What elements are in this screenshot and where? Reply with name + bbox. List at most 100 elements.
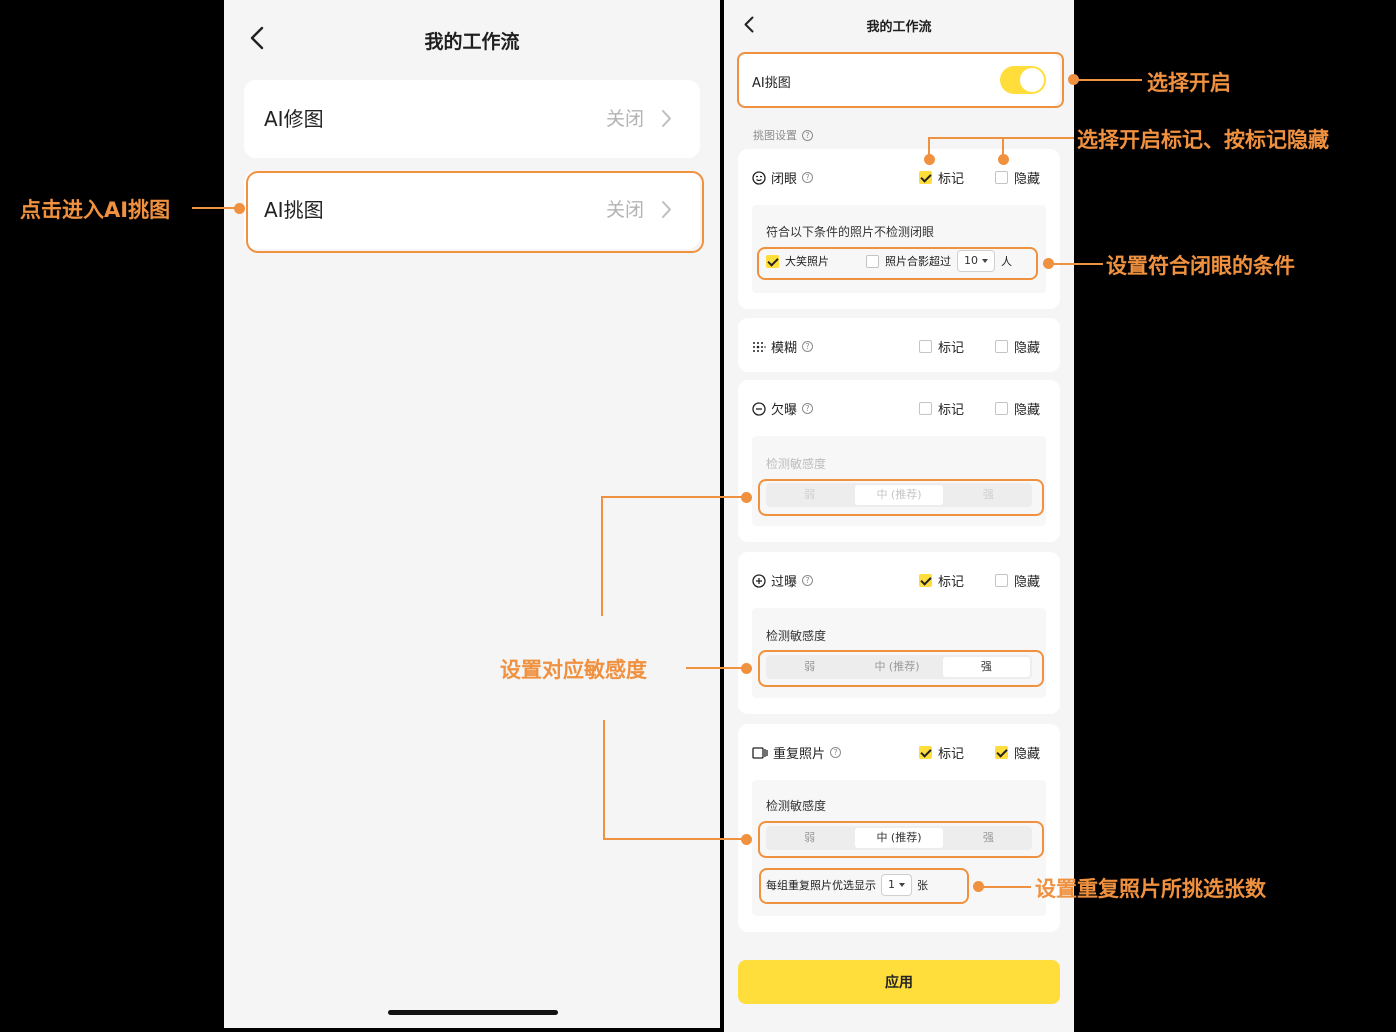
blur-hide-checkbox[interactable]: 隐藏 bbox=[995, 337, 1040, 356]
duplicate-settings-panel: 检测敏感度 弱 中 (推荐) 强 每组重复照片优选显示 1 张 bbox=[752, 780, 1046, 916]
underexposure-sensitivity-segment[interactable]: 弱 中 (推荐) 强 bbox=[766, 483, 1032, 507]
show-count-label: 每组重复照片优选显示 bbox=[766, 879, 876, 892]
checkbox-unchecked-icon[interactable] bbox=[995, 171, 1008, 184]
mark-label: 标记 bbox=[938, 747, 965, 762]
help-icon[interactable]: ? bbox=[802, 341, 814, 352]
seg-option-medium[interactable]: 中 (推荐) bbox=[853, 655, 940, 679]
minus-circle-icon bbox=[752, 401, 766, 416]
seg-option-medium[interactable]: 中 (推荐) bbox=[855, 828, 943, 848]
annotation-line bbox=[1078, 79, 1142, 81]
duplicate-sensitivity-segment[interactable]: 弱 中 (推荐) 强 bbox=[766, 826, 1032, 850]
seg-option-strong[interactable]: 强 bbox=[942, 657, 1030, 677]
hide-label: 隐藏 bbox=[1014, 403, 1041, 418]
page-title: 我的工作流 bbox=[424, 31, 520, 53]
help-icon[interactable]: ? bbox=[802, 575, 814, 586]
checkbox-checked-icon[interactable] bbox=[919, 574, 932, 587]
seg-option-medium[interactable]: 中 (推荐) bbox=[855, 485, 943, 505]
annotation-line bbox=[1002, 138, 1004, 156]
group-photo-checkbox[interactable]: 照片合影超过 10 人 bbox=[866, 250, 1012, 272]
checkbox-checked-icon[interactable] bbox=[995, 746, 1008, 759]
closed-eyes-card: 闭眼 ? 标记 隐藏 符合以下条件的照片不检测闭眼 大笑照片 照片合影超过 10… bbox=[738, 149, 1060, 309]
ai-pick-toggle[interactable] bbox=[1000, 66, 1046, 94]
checkbox-unchecked-icon[interactable] bbox=[919, 402, 932, 415]
overexposure-mark-checkbox[interactable]: 标记 bbox=[919, 571, 964, 590]
underexposure-sensitivity-panel: 检测敏感度 弱 中 (推荐) 强 bbox=[752, 436, 1046, 526]
seg-option-weak[interactable]: 弱 bbox=[766, 483, 853, 507]
overexposure-label: 过曝 bbox=[771, 575, 798, 590]
annotation-line bbox=[1053, 263, 1103, 265]
help-icon[interactable]: ? bbox=[830, 747, 842, 758]
list-item-ai-pick[interactable]: AI挑图 关闭 bbox=[244, 171, 700, 249]
overexposure-sensitivity-segment[interactable]: 弱 中 (推荐) 强 bbox=[766, 655, 1032, 679]
home-indicator bbox=[388, 1010, 558, 1015]
underexposure-mark-checkbox[interactable]: 标记 bbox=[919, 399, 964, 418]
list-item-ai-retouch[interactable]: AI修图 关闭 bbox=[244, 80, 700, 158]
sensitivity-title: 检测敏感度 bbox=[766, 457, 827, 471]
hide-label: 隐藏 bbox=[1014, 575, 1041, 590]
seg-option-weak[interactable]: 弱 bbox=[766, 826, 853, 850]
show-count-select[interactable]: 1 bbox=[881, 874, 912, 896]
underexposure-hide-checkbox[interactable]: 隐藏 bbox=[995, 399, 1040, 418]
list-item-value: 关闭 bbox=[605, 199, 644, 221]
underexposure-label: 欠曝 bbox=[771, 403, 798, 418]
sensitivity-title: 检测敏感度 bbox=[766, 629, 827, 643]
help-icon[interactable]: ? bbox=[802, 172, 814, 183]
checkbox-checked-icon[interactable] bbox=[766, 254, 779, 268]
chevron-right-icon bbox=[662, 110, 671, 127]
annotation-line bbox=[928, 137, 1074, 139]
seg-option-strong[interactable]: 强 bbox=[945, 483, 1032, 507]
smile-checkbox[interactable]: 大笑照片 bbox=[766, 253, 829, 269]
overexposure-card: 过曝 ? 标记 隐藏 检测敏感度 弱 中 (推荐) 强 bbox=[738, 552, 1060, 714]
sensitivity-title: 检测敏感度 bbox=[766, 799, 827, 813]
seg-option-strong[interactable]: 强 bbox=[945, 826, 1032, 850]
caret-down-icon bbox=[899, 883, 905, 887]
show-count-unit: 张 bbox=[917, 879, 928, 892]
phone-right-ai-pick-settings: 我的工作流 AI挑图 挑图设置 ? 闭眼 ? 标记 隐藏 符合以下条件的照片不检… bbox=[724, 0, 1074, 1032]
annotation-dot bbox=[234, 203, 245, 214]
hide-label: 隐藏 bbox=[1014, 341, 1041, 356]
mark-label: 标记 bbox=[938, 341, 965, 356]
help-icon[interactable]: ? bbox=[802, 403, 814, 414]
closed-eyes-hide-checkbox[interactable]: 隐藏 bbox=[995, 168, 1040, 187]
duplicate-hide-checkbox[interactable]: 隐藏 bbox=[995, 743, 1040, 762]
blur-row: 模糊 ? bbox=[752, 337, 814, 356]
seg-option-weak[interactable]: 弱 bbox=[766, 655, 853, 679]
duplicate-label: 重复照片 bbox=[773, 747, 826, 762]
blur-mark-checkbox[interactable]: 标记 bbox=[919, 337, 964, 356]
mark-label: 标记 bbox=[938, 172, 965, 187]
list-item-label: AI挑图 bbox=[264, 198, 324, 222]
checkbox-unchecked-icon[interactable] bbox=[919, 340, 932, 353]
checkbox-checked-icon[interactable] bbox=[919, 746, 932, 759]
group-unit: 人 bbox=[1001, 255, 1012, 268]
annotation-line bbox=[601, 496, 603, 616]
closed-eyes-label: 闭眼 bbox=[771, 172, 798, 187]
closed-eyes-row: 闭眼 ? bbox=[752, 168, 814, 187]
overexposure-hide-checkbox[interactable]: 隐藏 bbox=[995, 571, 1040, 590]
settings-label-text: 挑图设置 bbox=[753, 129, 797, 142]
show-count-value: 1 bbox=[888, 878, 895, 891]
help-icon[interactable]: ? bbox=[802, 129, 813, 141]
annotation-line bbox=[928, 138, 930, 156]
blur-dots-icon bbox=[753, 341, 766, 352]
face-icon bbox=[752, 170, 766, 185]
checkbox-unchecked-icon[interactable] bbox=[995, 340, 1008, 353]
duplicate-mark-checkbox[interactable]: 标记 bbox=[919, 743, 964, 762]
page-title: 我的工作流 bbox=[866, 20, 932, 35]
checkbox-unchecked-icon[interactable] bbox=[995, 574, 1008, 587]
checkbox-unchecked-icon[interactable] bbox=[866, 254, 879, 268]
annotation-select-on: 选择开启 bbox=[1147, 71, 1231, 95]
duplicate-photo-icon bbox=[752, 746, 768, 759]
checkbox-checked-icon[interactable] bbox=[919, 171, 932, 184]
list-item-value: 关闭 bbox=[605, 108, 644, 130]
blur-card: 模糊 ? 标记 隐藏 bbox=[738, 318, 1060, 372]
checkbox-unchecked-icon[interactable] bbox=[995, 402, 1008, 415]
apply-button[interactable]: 应用 bbox=[738, 960, 1060, 1004]
annotation-line bbox=[192, 207, 238, 209]
caret-down-icon bbox=[982, 259, 988, 263]
annotation-mark-hide: 选择开启标记、按标记隐藏 bbox=[1077, 128, 1329, 152]
group-count-select[interactable]: 10 bbox=[957, 250, 995, 272]
smile-label: 大笑照片 bbox=[785, 255, 829, 268]
hide-label: 隐藏 bbox=[1014, 172, 1041, 187]
blur-label: 模糊 bbox=[771, 341, 798, 356]
closed-eyes-mark-checkbox[interactable]: 标记 bbox=[919, 168, 964, 187]
